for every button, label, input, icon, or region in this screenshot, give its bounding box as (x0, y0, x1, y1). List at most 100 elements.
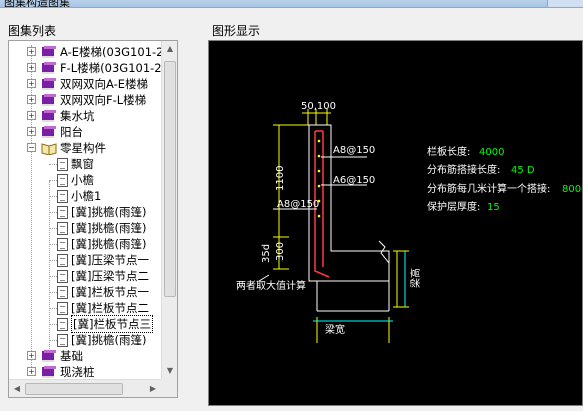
tree-child-item[interactable]: [冀]挑檐(雨篷) (49, 332, 161, 348)
expand-toggle[interactable]: + (27, 127, 36, 136)
dim-35d-text: 35d (261, 244, 272, 263)
tree-item[interactable]: + 基础 (23, 348, 161, 364)
scroll-thumb[interactable] (25, 383, 123, 395)
tree-item[interactable]: + 双网双向F-L楼梯 (23, 92, 161, 108)
tree-item[interactable]: + 现浇桩 (23, 364, 161, 379)
document-icon (57, 157, 68, 171)
tree-item-label: [冀]挑檐(雨篷) (71, 333, 147, 347)
tree-item-label: [冀]栏板节点三 (71, 315, 153, 333)
tree-child-item[interactable]: 小檐1 (49, 188, 161, 204)
atlas-list-label: 图集列表 (8, 24, 57, 38)
tree-item-label: A-E楼梯(03G101-2) (60, 45, 161, 59)
tree-child-item[interactable]: 飘窗 (49, 156, 161, 172)
tree-child-item[interactable]: [冀]压梁节点一 (49, 252, 161, 268)
document-icon (57, 221, 68, 235)
expand-toggle[interactable]: + (27, 47, 36, 56)
book-icon (41, 125, 57, 139)
scroll-up-icon[interactable]: ▲ (162, 41, 177, 57)
tree-child-item[interactable]: [冀]栏板节点二 (49, 300, 161, 316)
tree-item-label: 双网双向A-E楼梯 (60, 77, 149, 91)
tree-item-expanded[interactable]: − 零星构件 (23, 140, 161, 156)
max-value-note: 两者取大值计算 (236, 279, 306, 292)
book-icon (41, 109, 57, 123)
graphic-display-canvas[interactable]: 50,100 1100 300 35d A8@150 A6@150 A8@150… (208, 40, 583, 406)
beam-height-label: 梁高 (409, 268, 422, 288)
expand-toggle[interactable]: + (27, 63, 36, 72)
tree-item[interactable]: + 双网双向A-E楼梯 (23, 76, 161, 92)
scroll-thumb[interactable] (164, 61, 176, 297)
tree-item-label: 基础 (60, 349, 83, 363)
param-length-name: 栏板长度: (427, 145, 470, 158)
tree-item-label: 双网双向F-L楼梯 (60, 93, 147, 107)
tree-item[interactable]: + 集水坑 (23, 108, 161, 124)
book-icon (41, 365, 57, 379)
document-icon (57, 189, 68, 203)
document-icon (57, 333, 68, 347)
document-icon (57, 205, 68, 219)
open-book-icon (41, 141, 57, 156)
document-icon (57, 173, 68, 187)
tree-item-label: [冀]压梁节点一 (71, 253, 149, 267)
expand-toggle[interactable]: + (27, 351, 36, 360)
dim-1100-text: 1100 (275, 166, 286, 191)
book-icon (41, 61, 57, 75)
expand-toggle[interactable]: + (27, 79, 36, 88)
tree-child-item-selected[interactable]: [冀]栏板节点三 (49, 315, 161, 333)
book-icon (41, 349, 57, 363)
tree-item-label: 飘窗 (71, 157, 94, 171)
dim-top-text: 50,100 (301, 101, 336, 112)
param-cover-value[interactable]: 15 (487, 202, 500, 213)
tree-item-label: 小檐1 (71, 189, 102, 203)
expand-toggle[interactable]: + (27, 111, 36, 120)
tree-connector (49, 181, 50, 361)
param-interval-value[interactable]: 8000 (562, 184, 583, 195)
tree-item[interactable]: + A-E楼梯(03G101-2) (23, 44, 161, 60)
tree-item-label: [冀]栏板节点二 (71, 301, 149, 315)
tree-item-label: [冀]挑檐(雨篷) (71, 221, 147, 235)
scroll-down-icon[interactable]: ▼ (162, 363, 177, 379)
book-icon (41, 93, 57, 107)
tree-child-item[interactable]: 小檐 (49, 172, 161, 188)
scroll-right-icon[interactable]: ▶ (145, 381, 161, 397)
atlas-tree: + A-E楼梯(03G101-2) + F-L楼梯(03G101-2) + 双网… (9, 41, 161, 379)
document-icon (57, 237, 68, 251)
tree-item-label: 阳台 (60, 125, 83, 139)
tree-child-item[interactable]: [冀]压梁节点二 (49, 268, 161, 284)
tree-child-item[interactable]: [冀]栏板节点一 (49, 284, 161, 300)
book-icon (41, 77, 57, 91)
tree-child-item[interactable]: [冀]挑檐(雨篷) (49, 204, 161, 220)
param-length-value[interactable]: 4000 (479, 147, 504, 158)
tree-item-label: 集水坑 (60, 109, 95, 123)
tree-horizontal-scrollbar[interactable]: ◀ ▶ (9, 379, 161, 397)
window-close-button[interactable] (547, 0, 583, 7)
tree-item-label: 现浇桩 (60, 365, 95, 379)
expand-toggle[interactable]: + (27, 95, 36, 104)
dim-300-text: 300 (275, 242, 286, 261)
parapet-detail-drawing: 50,100 1100 300 35d A8@150 A6@150 A8@150… (236, 101, 583, 343)
expand-toggle[interactable]: + (27, 367, 36, 376)
tree-child-item[interactable]: [冀]挑檐(雨篷) (49, 236, 161, 252)
book-icon (41, 45, 57, 59)
tree-item-label: 零星构件 (60, 141, 106, 155)
tree-item[interactable]: + F-L楼梯(03G101-2) (23, 60, 161, 76)
beam-width-label: 梁宽 (325, 323, 345, 336)
document-icon (57, 269, 68, 283)
tree-vertical-scrollbar[interactable]: ▲ ▼ (161, 41, 177, 379)
title-bar: 图集构造图集 (0, 0, 583, 8)
param-lap-value[interactable]: 45 D (511, 165, 535, 176)
document-icon (57, 317, 68, 331)
collapse-toggle[interactable]: − (27, 143, 36, 152)
param-cover-name: 保护层厚度: (427, 200, 480, 213)
tree-item-label: 小檐 (71, 173, 94, 187)
document-icon (57, 301, 68, 315)
tree-item-label: F-L楼梯(03G101-2) (60, 61, 161, 75)
tree-item[interactable]: + 阳台 (23, 124, 161, 140)
param-lap-name: 分布筋搭接长度: (427, 163, 500, 176)
tree-child-item[interactable]: [冀]挑檐(雨篷) (49, 220, 161, 236)
scroll-corner (161, 379, 177, 397)
scroll-left-icon[interactable]: ◀ (9, 381, 25, 397)
param-interval-name: 分布筋每几米计算一个搭接: (427, 182, 550, 195)
rebar-label-1: A8@150 (333, 145, 375, 156)
document-icon (57, 285, 68, 299)
rebar-label-3: A8@150 (277, 199, 319, 210)
